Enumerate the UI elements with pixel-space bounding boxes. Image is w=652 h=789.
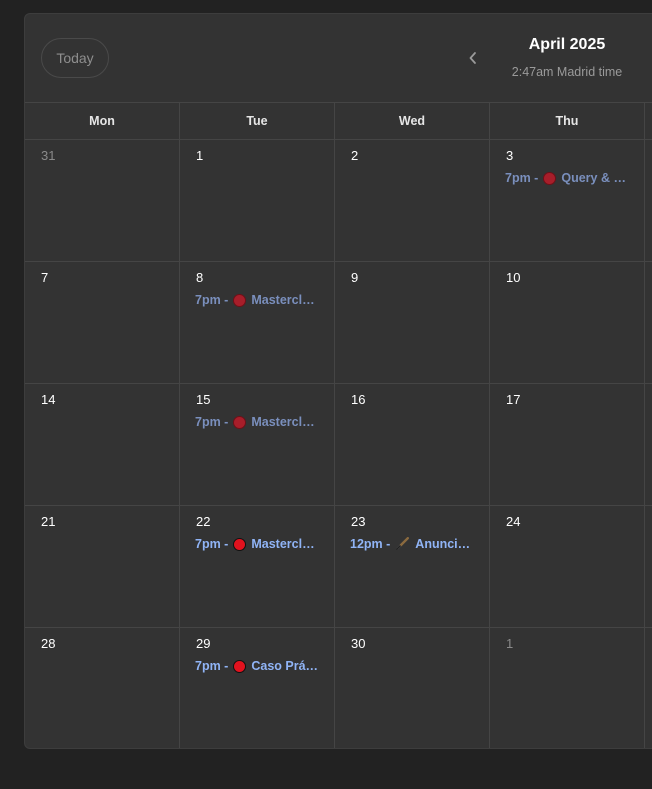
day-number: 7 [41,270,49,285]
today-button[interactable]: Today [41,38,109,78]
day-cell[interactable]: 24 [490,506,645,628]
event-title: Caso Prá… [251,659,319,673]
week-row: 14 15 7pm - Mastercl… 16 17 [25,384,652,506]
day-number: 31 [41,148,56,163]
event-title: Mastercl… [251,293,315,307]
weekday-header-row: Mon Tue Wed Thu [25,103,652,140]
event-time-separator: - [220,537,229,551]
week-row: 31 1 2 3 7pm - Query & … [25,140,652,262]
day-number: 3 [506,148,514,163]
day-cell[interactable]: 29 7pm - Caso Prá… [180,628,335,748]
day-number: 8 [196,270,204,285]
day-cell[interactable]: 1 [180,140,335,262]
red-circle-icon [543,171,557,185]
weekday-wed: Wed [335,103,490,139]
previous-month-button[interactable] [463,46,483,70]
event-title: Mastercl… [251,537,315,551]
day-number: 1 [506,636,514,651]
day-number: 10 [506,270,521,285]
calendar-event[interactable]: 7pm - Mastercl… [195,291,319,309]
day-cell[interactable]: 16 [335,384,490,506]
day-cell[interactable]: 17 [490,384,645,506]
weekday-tue: Tue [180,103,335,139]
event-title: Query & … [561,171,626,185]
day-number: 30 [351,636,366,651]
day-number: 22 [196,514,211,529]
event-time: 7pm [195,537,221,551]
week-row: 28 29 7pm - Caso Prá… 30 1 [25,628,652,748]
day-cell[interactable]: 1 [490,628,645,748]
event-time-separator: - [530,171,539,185]
calendar-event[interactable]: 12pm - Anunci… [350,535,474,553]
day-cell[interactable]: 8 7pm - Mastercl… [180,262,335,384]
event-time: 7pm [195,293,221,307]
day-cell[interactable]: 15 7pm - Mastercl… [180,384,335,506]
pen-nib-icon [395,537,410,551]
day-cell[interactable]: 14 [25,384,180,506]
calendar-event[interactable]: 7pm - Mastercl… [195,413,319,431]
day-cell[interactable]: 21 [25,506,180,628]
day-cell[interactable]: 7 [25,262,180,384]
event-time-separator: - [220,659,229,673]
day-cell[interactable]: 3 7pm - Query & … [490,140,645,262]
day-cell[interactable]: 28 [25,628,180,748]
day-cell[interactable]: 31 [25,140,180,262]
calendar-event[interactable]: 7pm - Caso Prá… [195,657,319,675]
event-time: 7pm [505,171,531,185]
day-cell[interactable]: 23 12pm - Anunci… [335,506,490,628]
red-circle-icon [233,293,247,307]
event-time: 7pm [195,415,221,429]
calendar-event[interactable]: 7pm - Query & … [505,169,629,187]
red-circle-icon [233,415,247,429]
week-row: 21 22 7pm - Mastercl… 23 12pm - Anunci… 24 [25,506,652,628]
day-number: 29 [196,636,211,651]
day-cell[interactable]: 10 [490,262,645,384]
event-time-separator: - [220,293,229,307]
day-number: 23 [351,514,366,529]
weekday-mon: Mon [25,103,180,139]
event-title: Mastercl… [251,415,315,429]
week-row: 7 8 7pm - Mastercl… 9 10 [25,262,652,384]
month-title: April 2025 [528,36,606,53]
day-number: 14 [41,392,56,407]
timezone-label: 2:47am Madrid time [511,65,623,79]
day-cell[interactable]: 9 [335,262,490,384]
chevron-left-icon [469,52,476,64]
day-number: 2 [351,148,359,163]
event-time-separator: - [220,415,229,429]
event-time: 7pm [195,659,221,673]
day-number: 1 [196,148,204,163]
day-number: 28 [41,636,56,651]
event-time-separator: - [382,537,391,551]
day-number: 9 [351,270,359,285]
day-cell[interactable]: 22 7pm - Mastercl… [180,506,335,628]
calendar-panel: Today April 2025 2:47am Madrid time Mon T… [24,13,652,749]
day-cell[interactable]: 30 [335,628,490,748]
calendar-header: Today April 2025 2:47am Madrid time [25,14,652,103]
day-number: 21 [41,514,56,529]
red-circle-icon [233,537,247,551]
weekday-thu: Thu [490,103,645,139]
event-title: Anunci… [415,537,471,551]
event-time: 12pm [350,537,383,551]
day-number: 24 [506,514,521,529]
day-cell[interactable]: 2 [335,140,490,262]
day-number: 17 [506,392,521,407]
day-number: 15 [196,392,211,407]
red-circle-icon [233,659,247,673]
calendar-event[interactable]: 7pm - Mastercl… [195,535,319,553]
day-number: 16 [351,392,366,407]
